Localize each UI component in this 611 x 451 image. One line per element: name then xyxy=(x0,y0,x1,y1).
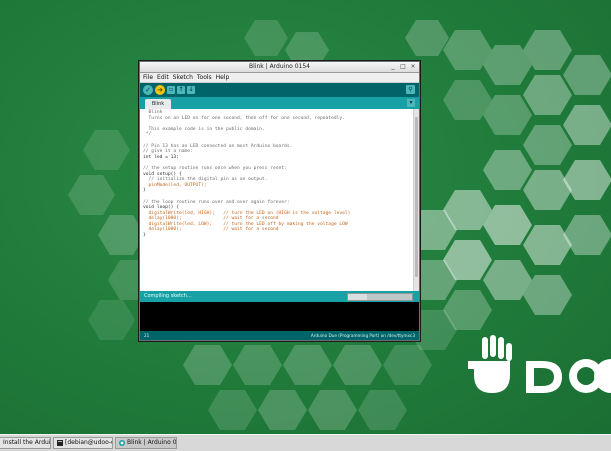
magnifier-icon: ⚲ xyxy=(408,86,413,93)
code-line: } xyxy=(143,233,146,239)
menu-tools[interactable]: Tools xyxy=(197,73,212,82)
serial-monitor-button[interactable]: ⚲ xyxy=(406,85,415,94)
taskbar-label: Blink | Arduino 0... xyxy=(127,439,177,446)
close-button[interactable]: × xyxy=(409,63,417,70)
status-text: Compiling sketch... xyxy=(144,293,192,299)
scrollbar-thumb[interactable] xyxy=(415,117,418,277)
arduino-icon xyxy=(119,440,125,446)
window-title: Blink | Arduino 0154 xyxy=(249,63,310,70)
board-port-info: Arduino Due (Programming Port) on /dev/t… xyxy=(310,333,415,338)
menu-sketch[interactable]: Sketch xyxy=(173,73,193,82)
terminal-icon xyxy=(57,440,63,446)
code-line: Turns on an LED on for one second, then … xyxy=(143,115,345,121)
arrow-right-icon: ➔ xyxy=(157,86,163,94)
code-editor[interactable]: Blink Turns on an LED on for one second,… xyxy=(140,109,419,291)
tab-blink[interactable]: Blink xyxy=(145,99,171,109)
window-titlebar[interactable]: Blink | Arduino 0154 _ □ × xyxy=(140,62,419,73)
status-bar: Compiling sketch... xyxy=(140,291,419,302)
open-icon: ↑ xyxy=(178,86,184,93)
save-icon: ↓ xyxy=(188,86,194,93)
console-output[interactable] xyxy=(140,302,419,331)
save-button[interactable]: ↓ xyxy=(187,86,195,94)
new-button[interactable]: ▫ xyxy=(167,86,175,94)
open-button[interactable]: ↑ xyxy=(177,86,185,94)
udoo-logo xyxy=(468,335,611,393)
menubar: File Edit Sketch Tools Help xyxy=(140,73,419,83)
taskbar-item-installer[interactable]: Install the Arduin... xyxy=(0,437,51,449)
taskbar-item-terminal[interactable]: [debian@udoo-d... xyxy=(53,437,113,449)
minimize-button[interactable]: _ xyxy=(389,63,397,70)
footer-bar: 21 Arduino Due (Programming Port) on /de… xyxy=(140,331,419,340)
taskbar: Install the Arduin... [debian@udoo-d... … xyxy=(0,434,611,451)
arduino-ide-window[interactable]: Blink | Arduino 0154 _ □ × File Edit Ske… xyxy=(139,61,420,341)
maximize-button[interactable]: □ xyxy=(399,63,407,70)
check-icon: ✓ xyxy=(145,86,151,94)
menu-help[interactable]: Help xyxy=(216,73,230,82)
taskbar-item-arduino[interactable]: Blink | Arduino 0... xyxy=(115,437,177,449)
verify-button[interactable]: ✓ xyxy=(143,85,153,95)
taskbar-label: [debian@udoo-d... xyxy=(65,439,112,446)
line-number: 21 xyxy=(144,333,150,338)
code-text[interactable]: Blink Turns on an LED on for one second,… xyxy=(143,110,350,239)
editor-scrollbar[interactable] xyxy=(413,109,419,291)
progress-fill xyxy=(348,294,368,300)
menu-file[interactable]: File xyxy=(143,73,153,82)
taskbar-label: Install the Arduin... xyxy=(3,439,51,446)
chevron-down-icon: ▾ xyxy=(409,99,413,106)
tab-menu-button[interactable]: ▾ xyxy=(407,99,415,107)
upload-button[interactable]: ➔ xyxy=(155,85,165,95)
compile-progress xyxy=(347,293,413,301)
menu-edit[interactable]: Edit xyxy=(157,73,169,82)
new-file-icon: ▫ xyxy=(168,86,174,93)
toolbar: ✓ ➔ ▫ ↑ ↓ ⚲ xyxy=(140,83,419,97)
